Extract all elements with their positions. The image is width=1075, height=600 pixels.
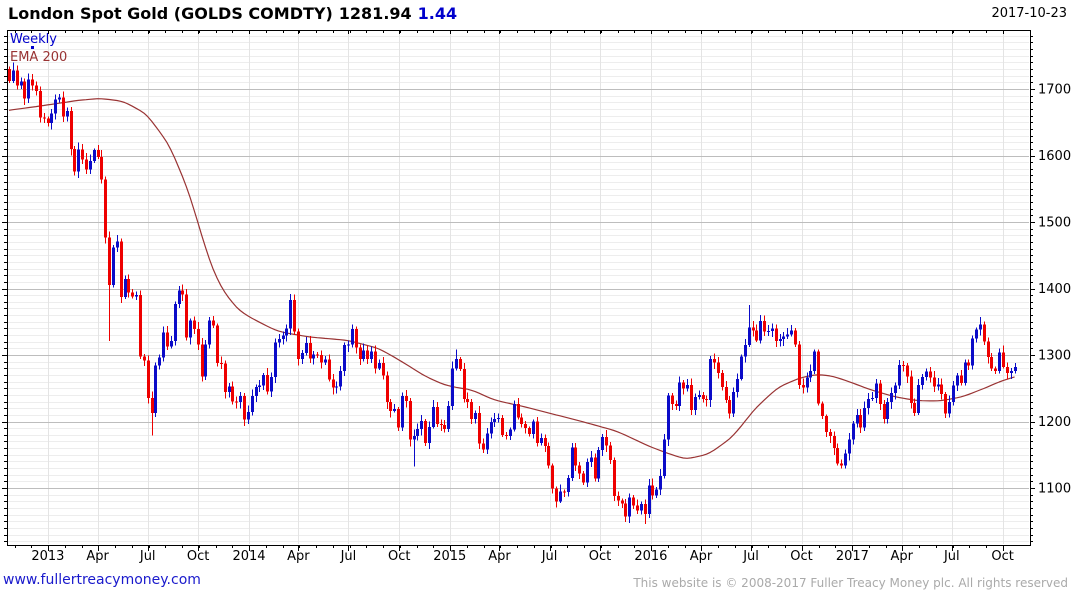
svg-text:Jul: Jul [340,549,357,564]
svg-text:Oct: Oct [589,549,611,564]
svg-text:Apr: Apr [690,549,713,564]
svg-text:1500: 1500 [1038,216,1071,231]
svg-text:1700: 1700 [1038,83,1071,98]
svg-text:Apr: Apr [86,549,109,564]
svg-text:2013: 2013 [31,549,64,564]
footer-site-link[interactable]: www.fullertreacymoney.com [3,572,201,588]
price-chart: 1700 1600 1500 1400 1300 1200 1100 2013 Apr Jul Oc… [2,30,1071,564]
footer-copyright: This website is © 2008-2017 Fuller Treac… [633,576,1068,590]
svg-text:1200: 1200 [1038,415,1071,430]
svg-text:Jul: Jul [943,549,960,564]
legend-ema: EMA 200 [10,50,68,65]
svg-text:Apr: Apr [488,549,511,564]
svg-text:2015: 2015 [433,549,466,564]
y-axis-labels: 1700 1600 1500 1400 1300 1200 1100 [1038,83,1071,497]
svg-text:2014: 2014 [232,549,265,564]
svg-text:2017: 2017 [836,549,869,564]
legend-timeframe: Weekly [10,32,57,47]
svg-text:Oct: Oct [991,549,1013,564]
svg-text:Oct: Oct [388,549,410,564]
svg-text:1400: 1400 [1038,282,1071,297]
svg-text:Jul: Jul [541,549,558,564]
grid-vertical-quarters [48,31,1004,544]
svg-text:1300: 1300 [1038,349,1071,364]
svg-text:Apr: Apr [890,549,913,564]
svg-text:1100: 1100 [1038,482,1071,497]
legend-price-marker [31,46,34,49]
svg-text:Jul: Jul [139,549,156,564]
svg-text:Oct: Oct [790,549,812,564]
svg-text:1600: 1600 [1038,149,1071,164]
svg-text:Apr: Apr [287,549,310,564]
svg-text:2016: 2016 [634,549,667,564]
ema-line [8,98,1015,459]
svg-text:Oct: Oct [187,549,209,564]
x-axis-labels: 2013 Apr Jul Oct 2014 Apr Jul Oct 2015 Apr Jul Oct 2… [31,549,1014,564]
chart-page: London Spot Gold (GOLDS COMDTY) 1281.94 1.… [0,0,1075,600]
svg-text:Jul: Jul [742,549,759,564]
axis-ticks [2,30,1035,551]
